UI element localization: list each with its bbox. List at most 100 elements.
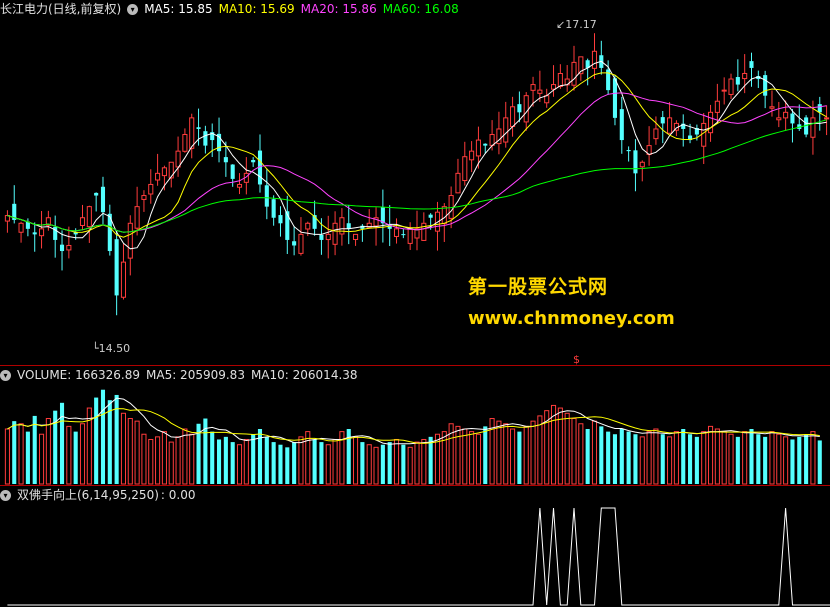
volume-bar [626, 431, 631, 484]
candle-body [483, 143, 488, 146]
candle-body [196, 127, 201, 129]
candle-body [544, 95, 550, 104]
volume-bar [660, 434, 665, 484]
candle-body [783, 111, 789, 119]
candle-body [523, 95, 529, 123]
candle-body [510, 106, 516, 127]
candle-body [100, 186, 106, 213]
volume-bar [236, 444, 243, 485]
volume-bar [380, 444, 385, 484]
price-header: 长江电力(日线,前复权) ▾ MA5: 15.85 MA10: 15.69 MA20: … [0, 1, 465, 17]
volume-bar [271, 442, 276, 484]
volume-bar [155, 436, 161, 485]
volume-bar [714, 428, 720, 485]
volume-bar [510, 428, 516, 485]
candle-body [94, 192, 99, 196]
ma10-label: MA10: 15.69 [218, 2, 295, 16]
high-price-value: 17.17 [565, 18, 597, 31]
candle-body [824, 117, 830, 120]
candle-body [407, 228, 413, 244]
volume-bar [707, 425, 714, 485]
volume-bar [366, 444, 372, 485]
volume-bar [612, 434, 618, 484]
volume-bar [735, 436, 740, 484]
candle-body [251, 159, 256, 163]
volume-bar [790, 439, 795, 484]
volume-bar [148, 438, 154, 485]
volume-bar [292, 442, 297, 484]
volume-bar [210, 431, 215, 484]
candle-body [667, 117, 673, 134]
volume-bar [694, 436, 699, 484]
volume-bar [537, 415, 543, 485]
chart-canvas [0, 33, 830, 606]
indicator-line [7, 507, 830, 606]
candle-body [298, 233, 304, 254]
volume-bar [79, 423, 86, 485]
candle-body [114, 239, 119, 296]
candle-body [441, 206, 447, 225]
candle-body [639, 161, 645, 168]
volume-bar [18, 423, 24, 485]
candle-body [475, 139, 481, 157]
volume-bar [189, 433, 195, 485]
candle-body [148, 183, 154, 195]
volume-bar [517, 431, 522, 484]
chevron-down-icon[interactable]: ▾ [127, 4, 139, 15]
volume-bar [783, 436, 789, 485]
volume-bar [756, 434, 761, 484]
candle-body [236, 183, 243, 188]
volume-bar [285, 447, 290, 484]
volume-bar [496, 420, 502, 485]
candle-body [38, 228, 45, 237]
volume-bar [223, 436, 228, 484]
volume-bar [564, 412, 570, 485]
volume-bar [319, 442, 324, 484]
volume-bar [728, 433, 734, 485]
ma20-label: MA20: 15.86 [300, 2, 377, 16]
stock-title: 长江电力(日线,前复权) [0, 2, 122, 16]
volume-ma5-label: MA5: 205909.83 [146, 368, 245, 382]
volume-bar [407, 446, 413, 485]
volume-bar [763, 436, 768, 484]
candle-body [503, 117, 509, 143]
candle-body [790, 113, 795, 124]
candle-body [714, 100, 720, 113]
candle-body [155, 172, 161, 181]
candle-body [619, 109, 624, 141]
candle-body [18, 222, 24, 233]
volume-bar [141, 433, 147, 485]
candle-body [530, 84, 536, 91]
candle-body [332, 222, 338, 245]
candle-body [223, 157, 228, 163]
volume-bar [32, 415, 37, 484]
candle-body [161, 167, 167, 177]
candle-body [66, 244, 72, 251]
volume-bar [639, 436, 645, 485]
candle-body [203, 131, 208, 146]
volume-bar [120, 412, 127, 485]
candle-body [141, 195, 147, 200]
volume-bar [45, 418, 51, 485]
candle-body [401, 234, 406, 236]
chevron-down-icon[interactable]: ▾ [0, 370, 11, 381]
candle-body [325, 233, 331, 241]
candle-body [810, 117, 816, 138]
volume-label: VOLUME: 166326.89 [17, 368, 140, 382]
volume-bar [469, 431, 475, 485]
chevron-down-icon[interactable]: ▾ [0, 490, 11, 501]
volume-bar [216, 439, 222, 484]
high-price-label: ↙17.17 [556, 18, 597, 31]
volume-bar [94, 397, 99, 484]
volume-bar [585, 429, 590, 484]
volume-bar [25, 431, 30, 484]
candle-body [735, 77, 740, 85]
candle-body [120, 261, 127, 298]
volume-bar [264, 436, 269, 484]
candle-body [79, 217, 86, 226]
candle-body [59, 244, 65, 252]
volume-bar [127, 418, 133, 485]
volume-bar [646, 431, 652, 485]
watermark-url: www.chnmoney.com [468, 308, 675, 329]
candle-body [633, 150, 638, 174]
